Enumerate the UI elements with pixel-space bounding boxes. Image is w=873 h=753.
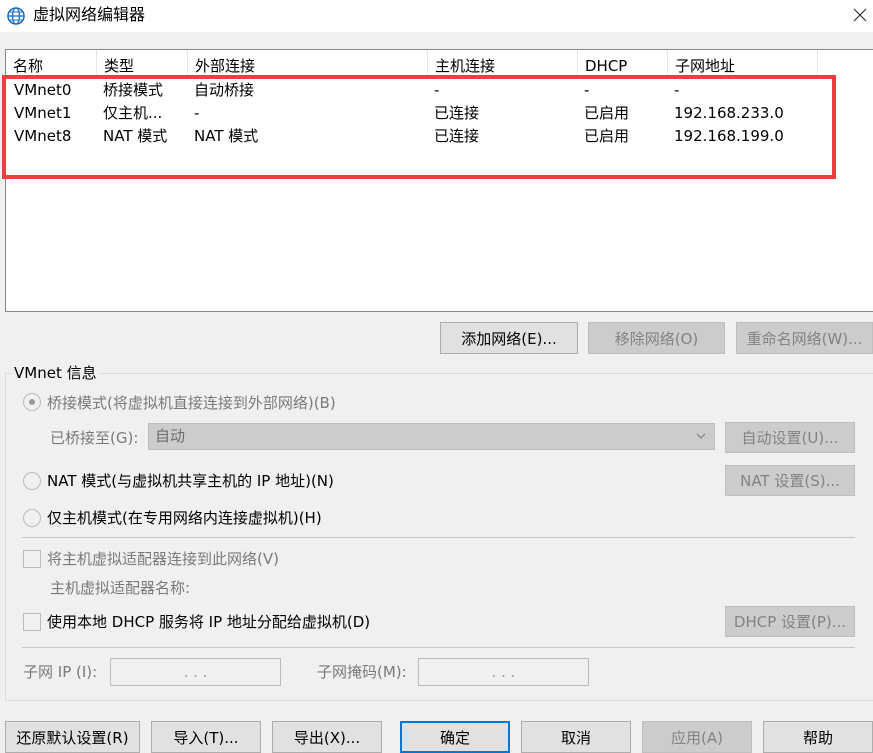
column-header-external[interactable]: 外部连接 xyxy=(188,50,428,78)
vmnet-info-label: VMnet 信息 xyxy=(12,364,99,382)
column-header-name[interactable]: 名称 xyxy=(6,50,97,78)
divider xyxy=(22,537,855,538)
subnet-mask-input[interactable]: . . . xyxy=(418,658,589,686)
help-button[interactable]: 帮助 xyxy=(763,721,873,753)
subnet-ip-input[interactable]: . . . xyxy=(110,658,281,686)
dhcp-label[interactable]: 使用本地 DHCP 服务将 IP 地址分配给虚拟机(D) xyxy=(47,612,370,632)
connect-adapter-label[interactable]: 将主机虚拟适配器连接到此网络(V) xyxy=(47,549,279,569)
add-network-button[interactable]: 添加网络(E)... xyxy=(440,322,578,354)
subnet-ip-label: 子网 IP (I): xyxy=(23,663,98,681)
column-header-dhcp[interactable]: DHCP xyxy=(578,50,668,78)
restore-defaults-button[interactable]: 还原默认设置(R) xyxy=(5,721,140,753)
bridged-to-value: 自动 xyxy=(155,427,186,445)
apply-button[interactable]: 应用(A) xyxy=(642,721,752,753)
ok-button[interactable]: 确定 xyxy=(400,721,510,753)
hostonly-radio[interactable] xyxy=(23,509,41,527)
bridged-radio-label[interactable]: 桥接模式(将虚拟机直接连接到外部网络)(B) xyxy=(47,393,336,413)
window-title: 虚拟网络编辑器 xyxy=(33,5,146,24)
hostonly-radio-label[interactable]: 仅主机模式(在专用网络内连接虚拟机)(H) xyxy=(47,508,322,528)
list-header: 名称 类型 外部连接 主机连接 DHCP 子网地址 xyxy=(6,50,873,78)
dhcp-settings-button[interactable]: DHCP 设置(P)... xyxy=(725,606,855,637)
annotation-highlight-box xyxy=(2,75,836,179)
title-bar: 虚拟网络编辑器 xyxy=(0,0,873,32)
import-button[interactable]: 导入(T)... xyxy=(151,721,261,753)
nat-radio-label[interactable]: NAT 模式(与虚拟机共享主机的 IP 地址)(N) xyxy=(47,471,334,491)
subnet-mask-label: 子网掩码(M): xyxy=(317,663,407,681)
cancel-button[interactable]: 取消 xyxy=(521,721,631,753)
nat-settings-button[interactable]: NAT 设置(S)... xyxy=(725,465,855,496)
column-header-type[interactable]: 类型 xyxy=(97,50,188,78)
rename-network-button[interactable]: 重命名网络(W)... xyxy=(736,322,873,354)
dhcp-checkbox[interactable] xyxy=(23,613,41,631)
close-icon xyxy=(853,8,866,22)
connect-adapter-checkbox[interactable] xyxy=(23,550,41,568)
auto-settings-button[interactable]: 自动设置(U)... xyxy=(725,422,855,453)
divider xyxy=(22,647,855,648)
chevron-down-icon xyxy=(696,433,706,439)
radio-selected-dot xyxy=(29,399,35,405)
nat-radio[interactable] xyxy=(23,472,41,490)
close-button[interactable] xyxy=(846,0,873,30)
globe-icon xyxy=(7,7,25,25)
bridged-radio[interactable] xyxy=(23,393,41,411)
column-header-host[interactable]: 主机连接 xyxy=(428,50,578,78)
bridged-to-select[interactable]: 自动 xyxy=(148,423,715,450)
export-button[interactable]: 导出(X)... xyxy=(272,721,382,753)
remove-network-button[interactable]: 移除网络(O) xyxy=(588,322,725,354)
adapter-name-label: 主机虚拟适配器名称: xyxy=(50,579,191,597)
bridged-to-label: 已桥接至(G): xyxy=(50,429,139,447)
column-header-subnet[interactable]: 子网地址 xyxy=(668,50,818,78)
